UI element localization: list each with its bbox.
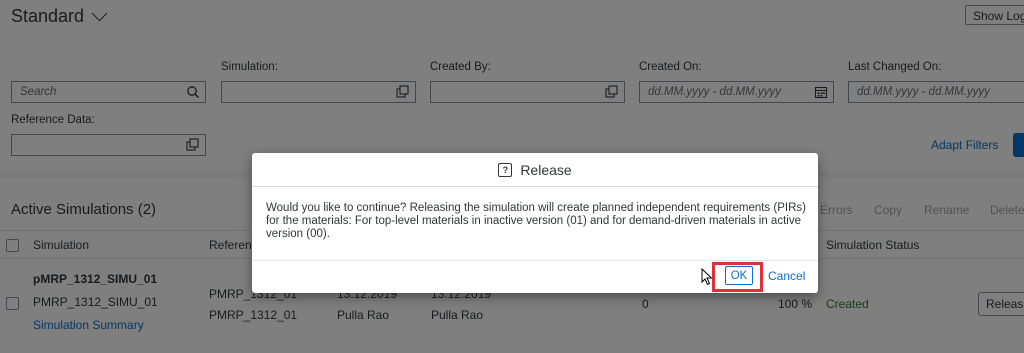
cursor-icon (701, 268, 713, 286)
highlight-box (712, 262, 763, 292)
dialog-header: ? Release (252, 153, 818, 187)
dialog-title: Release (520, 161, 572, 178)
dialog-message: Would you like to continue? Releasing th… (266, 202, 806, 240)
cancel-button[interactable]: Cancel (768, 269, 805, 283)
help-icon: ? (498, 162, 513, 177)
